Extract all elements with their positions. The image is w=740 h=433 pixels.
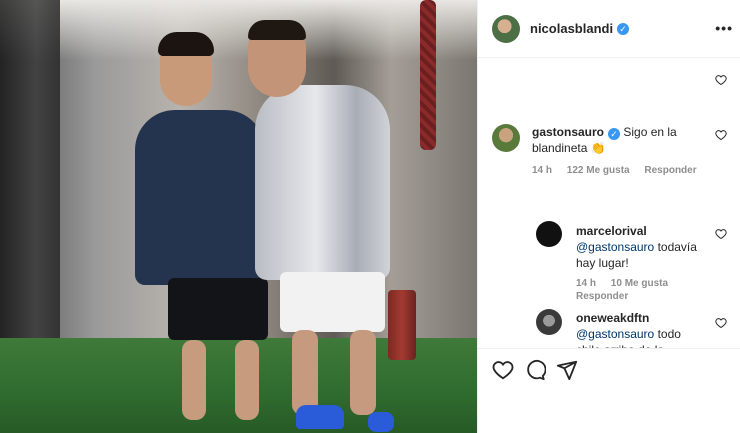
comment-meta: 14 h 122 Me gusta Responder bbox=[532, 165, 709, 176]
comment-body: oneweakdftn @gastonsauro todo chile arri… bbox=[576, 310, 708, 348]
comment-username[interactable]: gastonsauro bbox=[532, 125, 604, 139]
post-header: nicolasblandi ✓ ••• bbox=[478, 0, 740, 58]
commenter-avatar[interactable] bbox=[536, 309, 562, 335]
heart-icon[interactable] bbox=[715, 74, 727, 86]
heart-icon[interactable] bbox=[715, 317, 727, 329]
comment-mention[interactable]: @gastonsauro bbox=[576, 240, 654, 254]
post-actions-bar bbox=[478, 348, 740, 388]
heart-icon[interactable] bbox=[492, 359, 514, 381]
comment-username[interactable]: marcelorival bbox=[576, 224, 647, 238]
photo-person-right-leg bbox=[292, 330, 318, 415]
comment-time[interactable]: 14 h bbox=[576, 278, 596, 289]
commenter-avatar[interactable] bbox=[536, 221, 562, 247]
heart-icon[interactable] bbox=[715, 129, 727, 141]
photo-person-left-torso bbox=[135, 110, 265, 285]
reply-button[interactable]: Responder bbox=[644, 165, 696, 176]
heart-icon[interactable] bbox=[715, 228, 727, 240]
photo-wall bbox=[0, 0, 477, 60]
comment-mention[interactable]: @gastonsauro bbox=[576, 327, 654, 341]
author-username[interactable]: nicolasblandi bbox=[530, 21, 613, 36]
verified-badge-icon: ✓ bbox=[608, 128, 621, 140]
photo-person-right-hair bbox=[248, 20, 306, 40]
photo-shoe bbox=[368, 412, 394, 432]
comments-list: gastonsauro ✓ Sigo en la blandineta 👏 14 … bbox=[478, 58, 740, 348]
comment-body: gastonsauro ✓ Sigo en la blandineta 👏 bbox=[532, 124, 702, 156]
photo-shoe bbox=[296, 405, 344, 429]
reply-button[interactable]: Responder bbox=[576, 291, 628, 302]
post-side-panel: nicolasblandi ✓ ••• gastonsauro ✓ Sigo en… bbox=[477, 0, 740, 433]
share-icon[interactable] bbox=[556, 359, 578, 381]
ellipsis-icon[interactable]: ••• bbox=[715, 20, 733, 36]
comment-body: marcelorival @gastonsauro todavía hay lu… bbox=[576, 223, 708, 271]
comment-username[interactable]: oneweakdftn bbox=[576, 311, 649, 325]
clap-emoji-icon: 👏 bbox=[590, 141, 606, 155]
photo-person-right-leg bbox=[350, 330, 376, 415]
photo-rope bbox=[420, 0, 436, 150]
photo-person-right-shorts bbox=[280, 272, 385, 332]
comment-icon[interactable] bbox=[524, 359, 546, 381]
post-photo[interactable] bbox=[0, 0, 477, 433]
comment-time[interactable]: 14 h bbox=[532, 165, 552, 176]
photo-person-left-leg bbox=[235, 340, 259, 420]
photo-person-left-leg bbox=[182, 340, 206, 420]
photo-person-left-hair bbox=[158, 32, 214, 56]
verified-badge-icon: ✓ bbox=[617, 22, 630, 35]
photo-person-right-jacket bbox=[255, 85, 390, 280]
comment-likes[interactable]: 10 Me gusta bbox=[611, 278, 668, 289]
commenter-avatar[interactable] bbox=[492, 124, 520, 152]
photo-barrel bbox=[388, 290, 416, 360]
author-avatar[interactable] bbox=[492, 14, 520, 43]
photo-person-left-shorts bbox=[168, 278, 268, 340]
comment-meta: 14 h 10 Me gusta Responder bbox=[576, 277, 706, 303]
comment-likes[interactable]: 122 Me gusta bbox=[567, 165, 630, 176]
